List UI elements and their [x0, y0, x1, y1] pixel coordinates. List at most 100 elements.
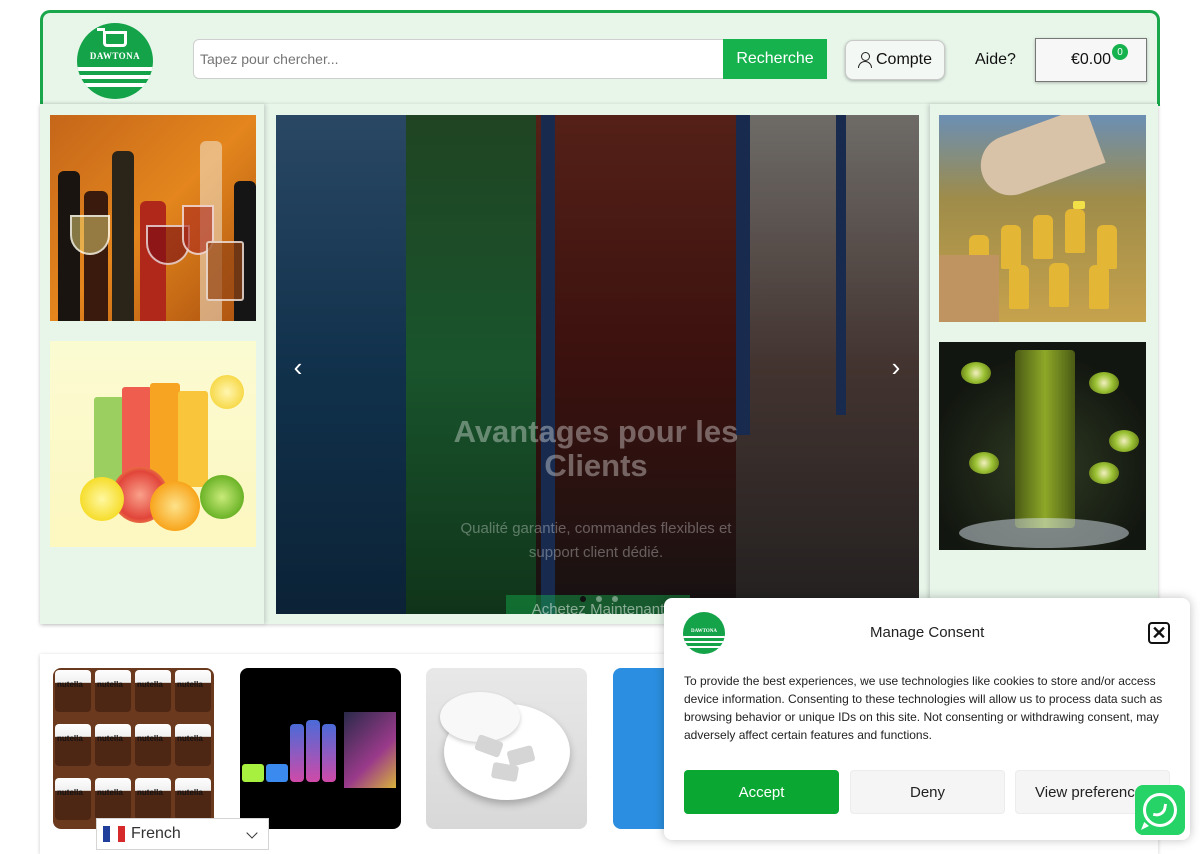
slider-dot[interactable]	[580, 596, 586, 602]
jar-label: nutella	[137, 734, 163, 743]
accept-button[interactable]: Accept	[684, 770, 839, 814]
logo-stripe	[683, 636, 725, 638]
nutella-jar: nutella	[135, 724, 171, 766]
slider-next-arrow[interactable]: ›	[886, 352, 906, 382]
nutella-jar: nutella	[135, 670, 171, 712]
nutella-jar: nutella	[95, 724, 131, 766]
nutella-jar: nutella	[175, 778, 211, 820]
search-button[interactable]: Recherche	[723, 39, 827, 79]
lemon-shape	[80, 477, 124, 521]
charger-tank	[290, 724, 304, 782]
glass-shape	[206, 241, 244, 301]
language-switcher[interactable]: French	[96, 818, 269, 850]
hero-slider[interactable]: ‹ › Avantages pour les Clients Qualité g…	[276, 115, 919, 614]
account-button[interactable]: Compte	[845, 40, 945, 80]
oil-cap	[1073, 201, 1085, 209]
jar-label: nutella	[57, 734, 83, 743]
kiwi-slice	[961, 362, 991, 384]
phone-icon	[1152, 802, 1168, 818]
oil-bottle	[1049, 263, 1069, 307]
nutella-jar: nutella	[55, 670, 91, 712]
juice-glasses-image[interactable]	[50, 341, 256, 547]
logo-text: DAWTONA	[89, 51, 141, 61]
help-link[interactable]: Aide?	[975, 51, 1016, 69]
small-canister	[242, 764, 264, 782]
nutella-jar: nutella	[95, 670, 131, 712]
nutella-jar: nutella	[135, 778, 171, 820]
cart-total: €0.00	[1070, 51, 1112, 68]
right-thumbnail-column	[930, 104, 1158, 624]
consent-logo: DAWTONA	[683, 612, 725, 654]
oil-bottle	[1001, 225, 1021, 269]
snus-pouches-image[interactable]	[426, 668, 587, 829]
jar-label: nutella	[177, 680, 203, 689]
oil-bottle	[1065, 209, 1085, 253]
nutella-jar: nutella	[175, 724, 211, 766]
small-canister	[266, 764, 288, 782]
kiwi-slice	[1089, 462, 1119, 484]
oil-bottles-image[interactable]	[939, 115, 1146, 322]
close-icon[interactable]: ✕	[1148, 622, 1170, 644]
chevron-down-icon	[246, 827, 258, 839]
oil-bottle	[1033, 215, 1053, 259]
cream-can	[1015, 350, 1075, 528]
whatsapp-icon	[1143, 793, 1177, 827]
left-thumbnail-column	[40, 104, 264, 624]
search-box	[193, 39, 725, 79]
cream-charger-boxes-image[interactable]	[240, 668, 401, 829]
cart-button[interactable]: €0.00 0	[1035, 38, 1147, 82]
site-header: DAWTONA Recherche Compte Aide? €0.00 0	[40, 10, 1160, 106]
search-input[interactable]	[194, 40, 724, 78]
logo-cart-icon	[97, 28, 127, 47]
product-box	[344, 712, 396, 788]
jar-label: nutella	[177, 734, 203, 743]
jar-label: nutella	[97, 680, 123, 689]
cardboard-box	[939, 255, 999, 322]
bottle-shape	[112, 151, 134, 321]
charger-tank	[322, 724, 336, 782]
slider-prev-arrow[interactable]: ‹	[288, 352, 308, 382]
wine-bottles-image[interactable]	[50, 115, 256, 321]
oil-bottle	[1009, 265, 1029, 309]
deny-button[interactable]: Deny	[850, 770, 1005, 814]
hero-section: ‹ › Avantages pour les Clients Qualité g…	[40, 104, 1158, 624]
jar-label: nutella	[177, 788, 203, 797]
nutella-jar: nutella	[95, 778, 131, 820]
consent-body: To provide the best experiences, we use …	[684, 674, 1163, 742]
jar-label: nutella	[97, 788, 123, 797]
kiwi-slice	[1089, 372, 1119, 394]
whatsapp-button[interactable]	[1135, 785, 1185, 835]
logo-stripe	[77, 67, 153, 71]
logo-stripe	[77, 83, 153, 87]
slider-title: Avantages pour les Clients	[453, 414, 739, 483]
jar-label: nutella	[137, 680, 163, 689]
oil-bottle	[1097, 225, 1117, 269]
consent-logo-text: DAWTONA	[690, 629, 718, 634]
glass-shape	[70, 215, 110, 255]
cart-count-badge: 0	[1112, 44, 1128, 60]
nutella-jar: nutella	[55, 724, 91, 766]
logo-stripe	[77, 75, 153, 79]
arm-shape	[972, 115, 1106, 204]
account-label: Compte	[875, 51, 933, 68]
juice-cup	[178, 391, 208, 487]
oil-bottle	[1089, 265, 1109, 309]
lemon-slice-shape	[210, 375, 244, 409]
jar-label: nutella	[57, 788, 83, 797]
language-label: French	[131, 825, 181, 842]
site-logo[interactable]: DAWTONA	[77, 23, 153, 99]
slider-dots	[580, 596, 618, 602]
nutella-jars-image[interactable]: nutella nutella nutella nutella nutella …	[53, 668, 214, 829]
jar-label: nutella	[97, 734, 123, 743]
charger-tank	[306, 720, 320, 782]
cream-deluxe-can-image[interactable]	[939, 342, 1146, 550]
french-flag-icon	[103, 826, 125, 842]
nutella-jar: nutella	[175, 670, 211, 712]
kiwi-slice	[969, 452, 999, 474]
lime-shape	[200, 475, 244, 519]
slider-dot[interactable]	[596, 596, 602, 602]
nutella-jar: nutella	[55, 778, 91, 820]
smoke-shape	[959, 518, 1129, 548]
user-icon	[857, 52, 872, 68]
slider-dot[interactable]	[612, 596, 618, 602]
